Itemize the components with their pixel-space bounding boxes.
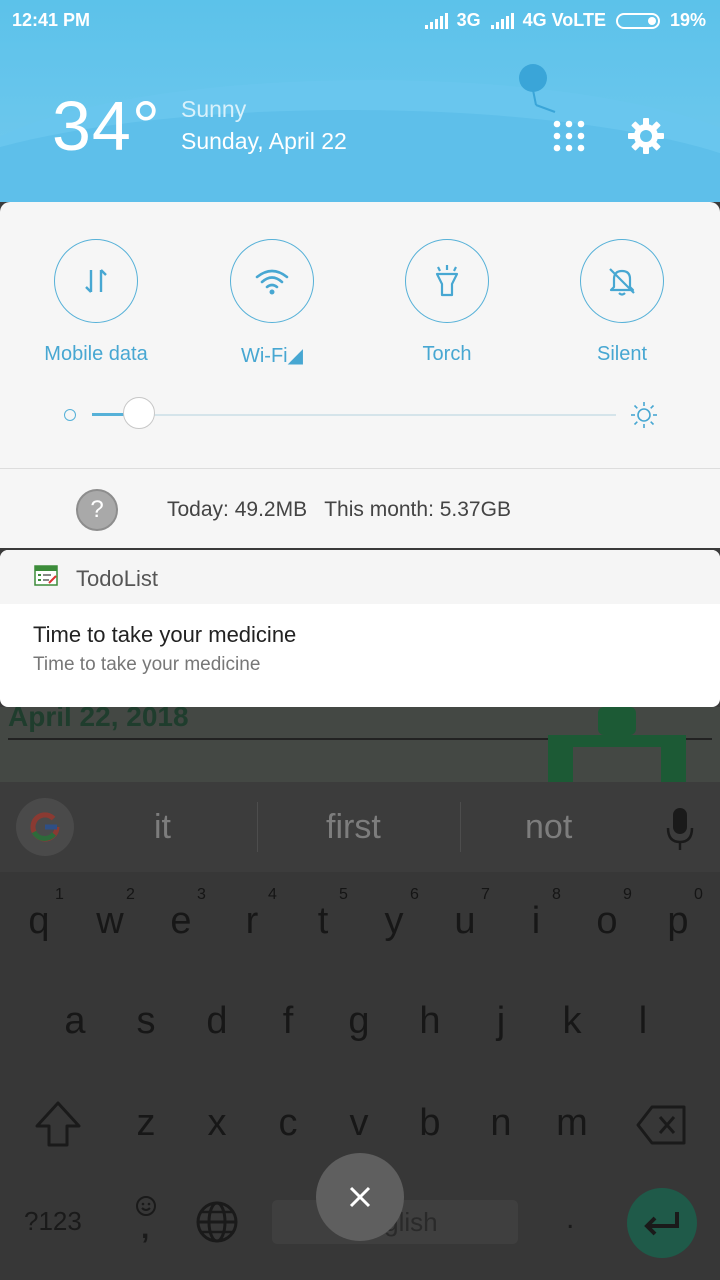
key-s[interactable]: s: [116, 1000, 176, 1043]
key-hint-number: 4: [268, 886, 277, 903]
help-icon[interactable]: ?: [76, 489, 118, 531]
toggle-label: Mobile data: [44, 343, 148, 365]
key-hint-number: 9: [623, 886, 632, 903]
enter-key[interactable]: [627, 1188, 697, 1258]
key-i[interactable]: i: [506, 900, 566, 943]
suggestion-item[interactable]: it: [154, 808, 171, 847]
toggle-label: Silent: [596, 343, 648, 365]
status-bar: 12:41 PM 3G 4G VoLTE 19%: [0, 0, 720, 40]
key-x[interactable]: x: [187, 1102, 247, 1145]
notification-app-name: TodoList: [76, 566, 158, 591]
notification-header: TodoList: [0, 550, 720, 604]
wifi-icon: [230, 239, 314, 323]
temperature: 34°: [52, 87, 161, 165]
key-r[interactable]: r: [222, 900, 282, 943]
weather-date: Sunday, April 22: [181, 128, 347, 154]
signal-strength-icon: [424, 12, 448, 29]
microphone-icon[interactable]: [665, 806, 695, 852]
key-d[interactable]: d: [187, 1000, 247, 1043]
data-usage-text[interactable]: Today: 49.2MB This month: 5.37GB: [167, 498, 511, 522]
key-hint-number: 2: [126, 886, 135, 903]
silent-bell-icon: [580, 239, 664, 323]
shift-icon[interactable]: [33, 1100, 83, 1148]
key-g[interactable]: g: [329, 1000, 389, 1043]
battery-icon: [615, 12, 660, 29]
tree-decoration-icon: [519, 64, 556, 113]
close-button[interactable]: [316, 1153, 404, 1241]
key-c[interactable]: c: [258, 1102, 318, 1145]
suggestion-item[interactable]: not: [525, 808, 572, 847]
key-hint-number: 3: [197, 886, 206, 903]
divider: [460, 802, 461, 852]
toggle-label: Wi-Fi◢: [240, 345, 304, 367]
notification-card[interactable]: TodoList Time to take your medicine Time…: [0, 550, 720, 707]
notification-text: Time to take your medicine: [33, 654, 261, 675]
toggle-wifi[interactable]: Wi-Fi◢: [197, 239, 347, 368]
brightness-track: [92, 414, 616, 416]
key-j[interactable]: j: [471, 1000, 531, 1043]
todolist-app-icon: [34, 565, 58, 586]
torch-icon: [405, 239, 489, 323]
notification-title: Time to take your medicine: [33, 622, 297, 647]
key-hint-number: 1: [55, 886, 64, 903]
key-l[interactable]: l: [613, 1000, 673, 1043]
backspace-icon[interactable]: [636, 1104, 688, 1146]
key-f[interactable]: f: [258, 1000, 318, 1043]
key-o[interactable]: o: [577, 900, 637, 943]
google-icon[interactable]: [16, 798, 74, 856]
brightness-low-icon: [64, 409, 76, 421]
key-q[interactable]: q: [9, 900, 69, 943]
key-hint-number: 8: [552, 886, 561, 903]
status-time: 12:41 PM: [12, 10, 91, 30]
key-p[interactable]: p: [648, 900, 708, 943]
key-t[interactable]: t: [293, 900, 353, 943]
key-z[interactable]: z: [116, 1102, 176, 1145]
suggestion-item[interactable]: first: [326, 808, 381, 847]
network-type-4g: 4G VoLTE: [522, 10, 606, 30]
clipboard-icon: [548, 707, 686, 782]
toggle-label: Torch: [422, 343, 472, 365]
divider: [0, 468, 720, 469]
key-hint-number: 6: [410, 886, 419, 903]
network-type-3g: 3G: [456, 10, 481, 30]
comma-key[interactable]: ,: [141, 1212, 149, 1246]
key-hint-number: 7: [481, 886, 490, 903]
key-y[interactable]: y: [364, 900, 424, 943]
key-hint-number: 0: [694, 886, 703, 903]
symbols-key[interactable]: ?123: [24, 1206, 82, 1237]
key-m[interactable]: m: [542, 1102, 602, 1145]
quick-settings-panel: Mobile data Wi-Fi◢ Torch Silent ? Today:…: [0, 202, 720, 548]
toggle-torch[interactable]: Torch: [372, 239, 522, 366]
key-a[interactable]: a: [45, 1000, 105, 1043]
globe-icon[interactable]: [195, 1200, 239, 1244]
period-key[interactable]: .: [566, 1202, 574, 1236]
key-hint-number: 5: [339, 886, 348, 903]
key-w[interactable]: w: [80, 900, 140, 943]
weather-header: 12:41 PM 3G 4G VoLTE 19% 34° Sunny Sunda…: [0, 0, 720, 202]
brightness-high-icon: [631, 402, 657, 428]
weather-condition: Sunny: [181, 96, 247, 122]
background-app: April 22, 2018: [0, 701, 720, 782]
toggle-silent[interactable]: Silent: [547, 239, 697, 366]
close-icon: [349, 1186, 371, 1208]
key-k[interactable]: k: [542, 1000, 602, 1043]
key-h[interactable]: h: [400, 1000, 460, 1043]
enter-icon: [644, 1212, 679, 1236]
key-b[interactable]: b: [400, 1102, 460, 1145]
gear-icon[interactable]: [626, 116, 666, 156]
key-n[interactable]: n: [471, 1102, 531, 1145]
app-grid-icon[interactable]: [552, 118, 586, 154]
toggle-mobile-data[interactable]: Mobile data: [21, 239, 171, 366]
signal-strength-icon: [490, 12, 514, 29]
key-e[interactable]: e: [151, 900, 211, 943]
battery-percent: 19%: [669, 10, 706, 30]
brightness-thumb[interactable]: [123, 397, 156, 429]
divider: [257, 802, 258, 852]
mobile-data-icon: [54, 239, 138, 323]
key-v[interactable]: v: [329, 1102, 389, 1145]
suggestion-bar: it first not: [0, 782, 720, 872]
brightness-slider[interactable]: [62, 397, 662, 429]
key-u[interactable]: u: [435, 900, 495, 943]
